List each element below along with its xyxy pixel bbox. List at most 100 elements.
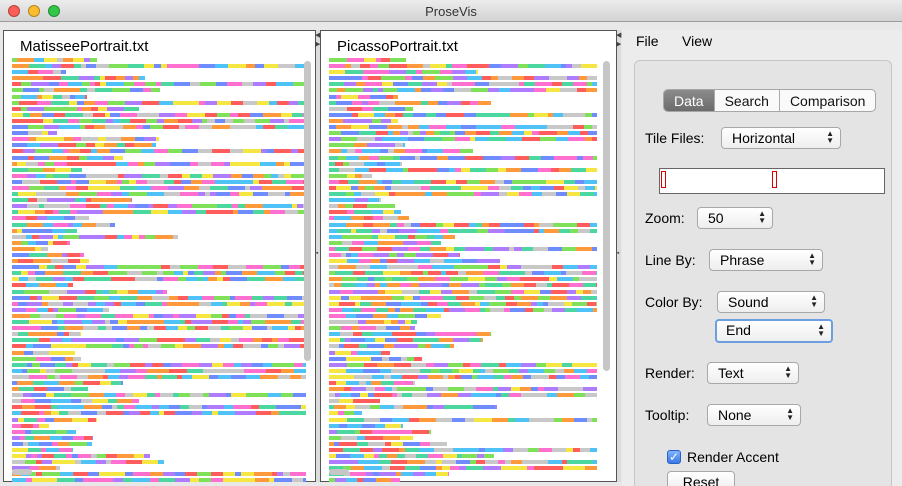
text-line [329, 307, 597, 312]
text-line [12, 289, 306, 294]
text-line [12, 478, 306, 483]
text-line [329, 88, 597, 93]
text-line [329, 185, 597, 190]
text-line [12, 332, 306, 337]
text-line [12, 350, 306, 355]
divider-grip-icon: ▪ [316, 250, 319, 257]
text-line [329, 362, 597, 367]
stepper-icon: ▲ ▼ [786, 406, 794, 422]
text-line [12, 100, 306, 105]
color-by-select[interactable]: Sound ▲ ▼ [717, 291, 825, 313]
horizontal-scrollbar[interactable] [329, 469, 349, 475]
text-line [329, 192, 597, 197]
menu-bar: File View [622, 30, 902, 54]
text-line [12, 173, 306, 178]
tile-marker-right[interactable] [772, 171, 777, 188]
text-line [12, 143, 306, 148]
stepper-icon: ▲ ▼ [784, 364, 792, 380]
text-line [12, 137, 306, 142]
tile-preview[interactable] [659, 168, 885, 194]
text-line [12, 167, 306, 172]
tab-comparison[interactable]: Comparison [780, 90, 875, 111]
text-line [329, 112, 597, 117]
line-by-select[interactable]: Phrase ▲ ▼ [709, 249, 823, 271]
text-line [329, 167, 597, 172]
text-line [329, 94, 597, 99]
text-line [12, 320, 306, 325]
text-line [329, 70, 597, 75]
control-panel: File View Data Search Comparison Tile Fi… [622, 30, 902, 486]
text-line [12, 454, 306, 459]
panel-divider[interactable]: ◀ ▶ ▪ [616, 30, 621, 482]
render-label: Render: [645, 365, 695, 381]
document-pane-picasso[interactable]: PicassoPortrait.txt [320, 30, 617, 483]
text-line [12, 417, 306, 422]
text-line [12, 222, 306, 227]
text-line [12, 411, 306, 416]
text-line [329, 344, 597, 349]
text-line [12, 228, 306, 233]
text-line [12, 58, 306, 62]
text-line [329, 301, 597, 306]
render-accent-label[interactable]: Render Accent [687, 449, 779, 465]
text-line [329, 277, 597, 282]
text-line [12, 441, 306, 446]
expand-right-arrow-icon[interactable]: ▶ [616, 41, 621, 48]
text-line [329, 131, 597, 136]
text-line [329, 405, 597, 410]
text-line [12, 362, 306, 367]
divider-grip-icon: ▪ [617, 250, 620, 257]
reset-button[interactable]: Reset [667, 471, 735, 486]
tile-files-select[interactable]: Horizontal ▲ ▼ [721, 127, 841, 149]
tile-marker-left[interactable] [661, 171, 666, 188]
color-by-value: Sound [728, 294, 769, 310]
text-line [12, 161, 306, 166]
text-line [12, 472, 306, 477]
text-line [329, 368, 597, 373]
tooltip-select[interactable]: None ▲ ▼ [707, 404, 801, 426]
tile-files-label: Tile Files: [645, 130, 705, 146]
vertical-scrollbar[interactable] [603, 61, 610, 371]
text-line [329, 295, 597, 300]
text-line [12, 240, 306, 245]
tab-search[interactable]: Search [715, 90, 780, 111]
menu-file[interactable]: File [636, 33, 659, 49]
text-line [329, 356, 597, 361]
tab-data[interactable]: Data [664, 90, 715, 111]
zoom-select[interactable]: 50 ▲ ▼ [697, 207, 773, 229]
text-line [12, 356, 306, 361]
text-line [12, 387, 306, 392]
text-line [12, 76, 306, 81]
text-line [12, 405, 306, 410]
text-line [12, 70, 306, 75]
text-line [329, 82, 597, 87]
text-line [329, 454, 597, 459]
checkmark-icon: ✓ [668, 450, 680, 464]
text-line [329, 100, 597, 105]
text-line [329, 423, 597, 428]
render-select[interactable]: Text ▲ ▼ [707, 362, 799, 384]
render-accent-checkbox[interactable]: ✓ [667, 450, 681, 464]
color-by-sub-select[interactable]: End ▲ ▼ [715, 319, 833, 343]
document-pane-matisse[interactable]: MatisseePortrait.txt [3, 30, 316, 483]
text-line [329, 313, 597, 318]
text-line [329, 161, 597, 166]
text-line [12, 435, 306, 440]
text-line [12, 429, 306, 434]
text-line [12, 88, 306, 93]
window-title: ProseVis [425, 4, 477, 19]
text-line [329, 253, 597, 257]
zoom-label: Zoom: [645, 210, 685, 226]
collapse-left-arrow-icon[interactable]: ◀ [616, 32, 621, 39]
horizontal-scrollbar[interactable] [12, 469, 32, 475]
text-line [329, 441, 597, 446]
text-line [12, 393, 306, 398]
controls-group: Data Search Comparison Tile Files: Horiz… [634, 60, 892, 486]
document-title: PicassoPortrait.txt [337, 38, 458, 55]
text-line [12, 234, 306, 239]
vertical-scrollbar[interactable] [304, 61, 311, 361]
menu-view[interactable]: View [682, 33, 712, 49]
stepper-icon: ▲ ▼ [758, 209, 766, 225]
text-line [329, 137, 597, 142]
text-line [12, 253, 306, 257]
